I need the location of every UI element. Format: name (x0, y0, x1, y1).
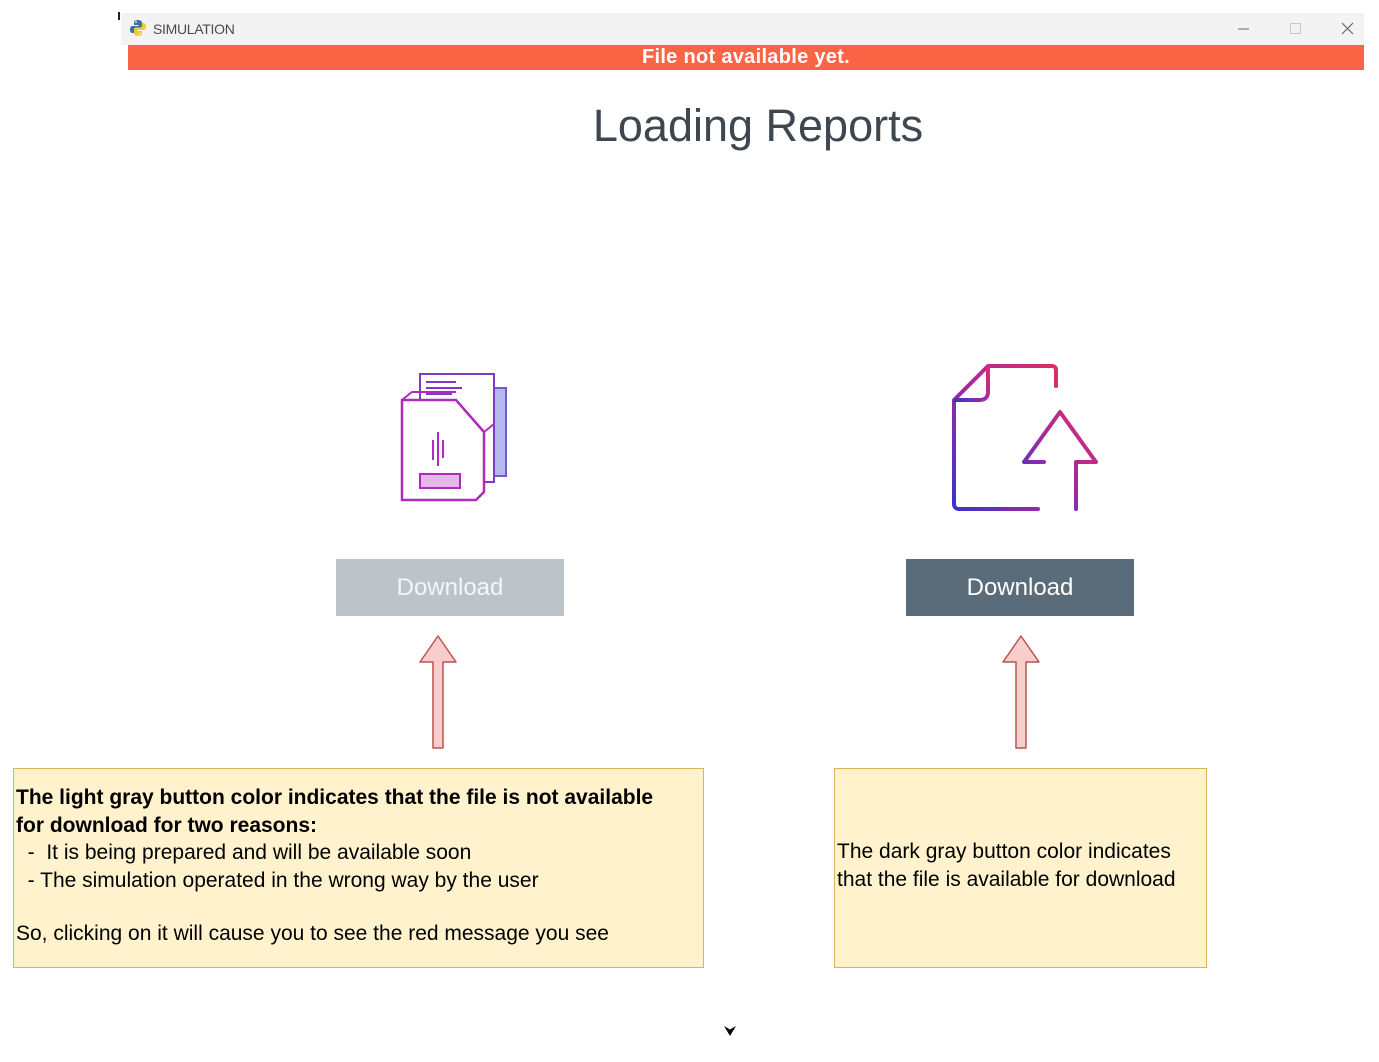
note-footer: So, clicking on it will cause you to see… (16, 922, 609, 945)
annotation-note-unavailable: The light gray button color indicates th… (13, 768, 704, 968)
annotation-note-available: The dark gray button color indicates tha… (834, 768, 1207, 968)
page-title: Loading Reports (592, 100, 924, 151)
note-heading-line2: for download for two reasons: (16, 813, 318, 837)
note-line-2: that the file is available for download (837, 867, 1176, 891)
note-line-1: The dark gray button color indicates (837, 840, 1171, 863)
annotation-arrow-right (1000, 634, 1042, 750)
note-reason-2: - The simulation operated in the wrong w… (16, 868, 539, 892)
document-upload-icon (948, 362, 1100, 514)
python-icon (129, 19, 147, 37)
window-title: SIMULATION (153, 21, 235, 37)
annotation-arrow-left (417, 634, 459, 750)
close-button[interactable] (1332, 17, 1362, 41)
download-button-available[interactable]: Download (906, 559, 1134, 616)
minimize-icon (1238, 28, 1249, 30)
window-corner-mark (118, 12, 120, 20)
minimize-button[interactable] (1228, 17, 1258, 41)
maximize-button[interactable] (1280, 17, 1310, 41)
maximize-icon (1290, 23, 1301, 34)
note-heading-line1: The light gray button color indicates th… (16, 786, 654, 809)
error-banner: File not available yet. (128, 45, 1364, 70)
download-button-unavailable[interactable]: Download (336, 559, 564, 616)
caret-down-icon (723, 1024, 737, 1036)
close-icon (1341, 22, 1354, 35)
window-titlebar[interactable]: SIMULATION (121, 13, 1364, 45)
note-reason-1: - It is being prepared and will be avail… (16, 841, 472, 864)
documents-icon (396, 370, 512, 508)
